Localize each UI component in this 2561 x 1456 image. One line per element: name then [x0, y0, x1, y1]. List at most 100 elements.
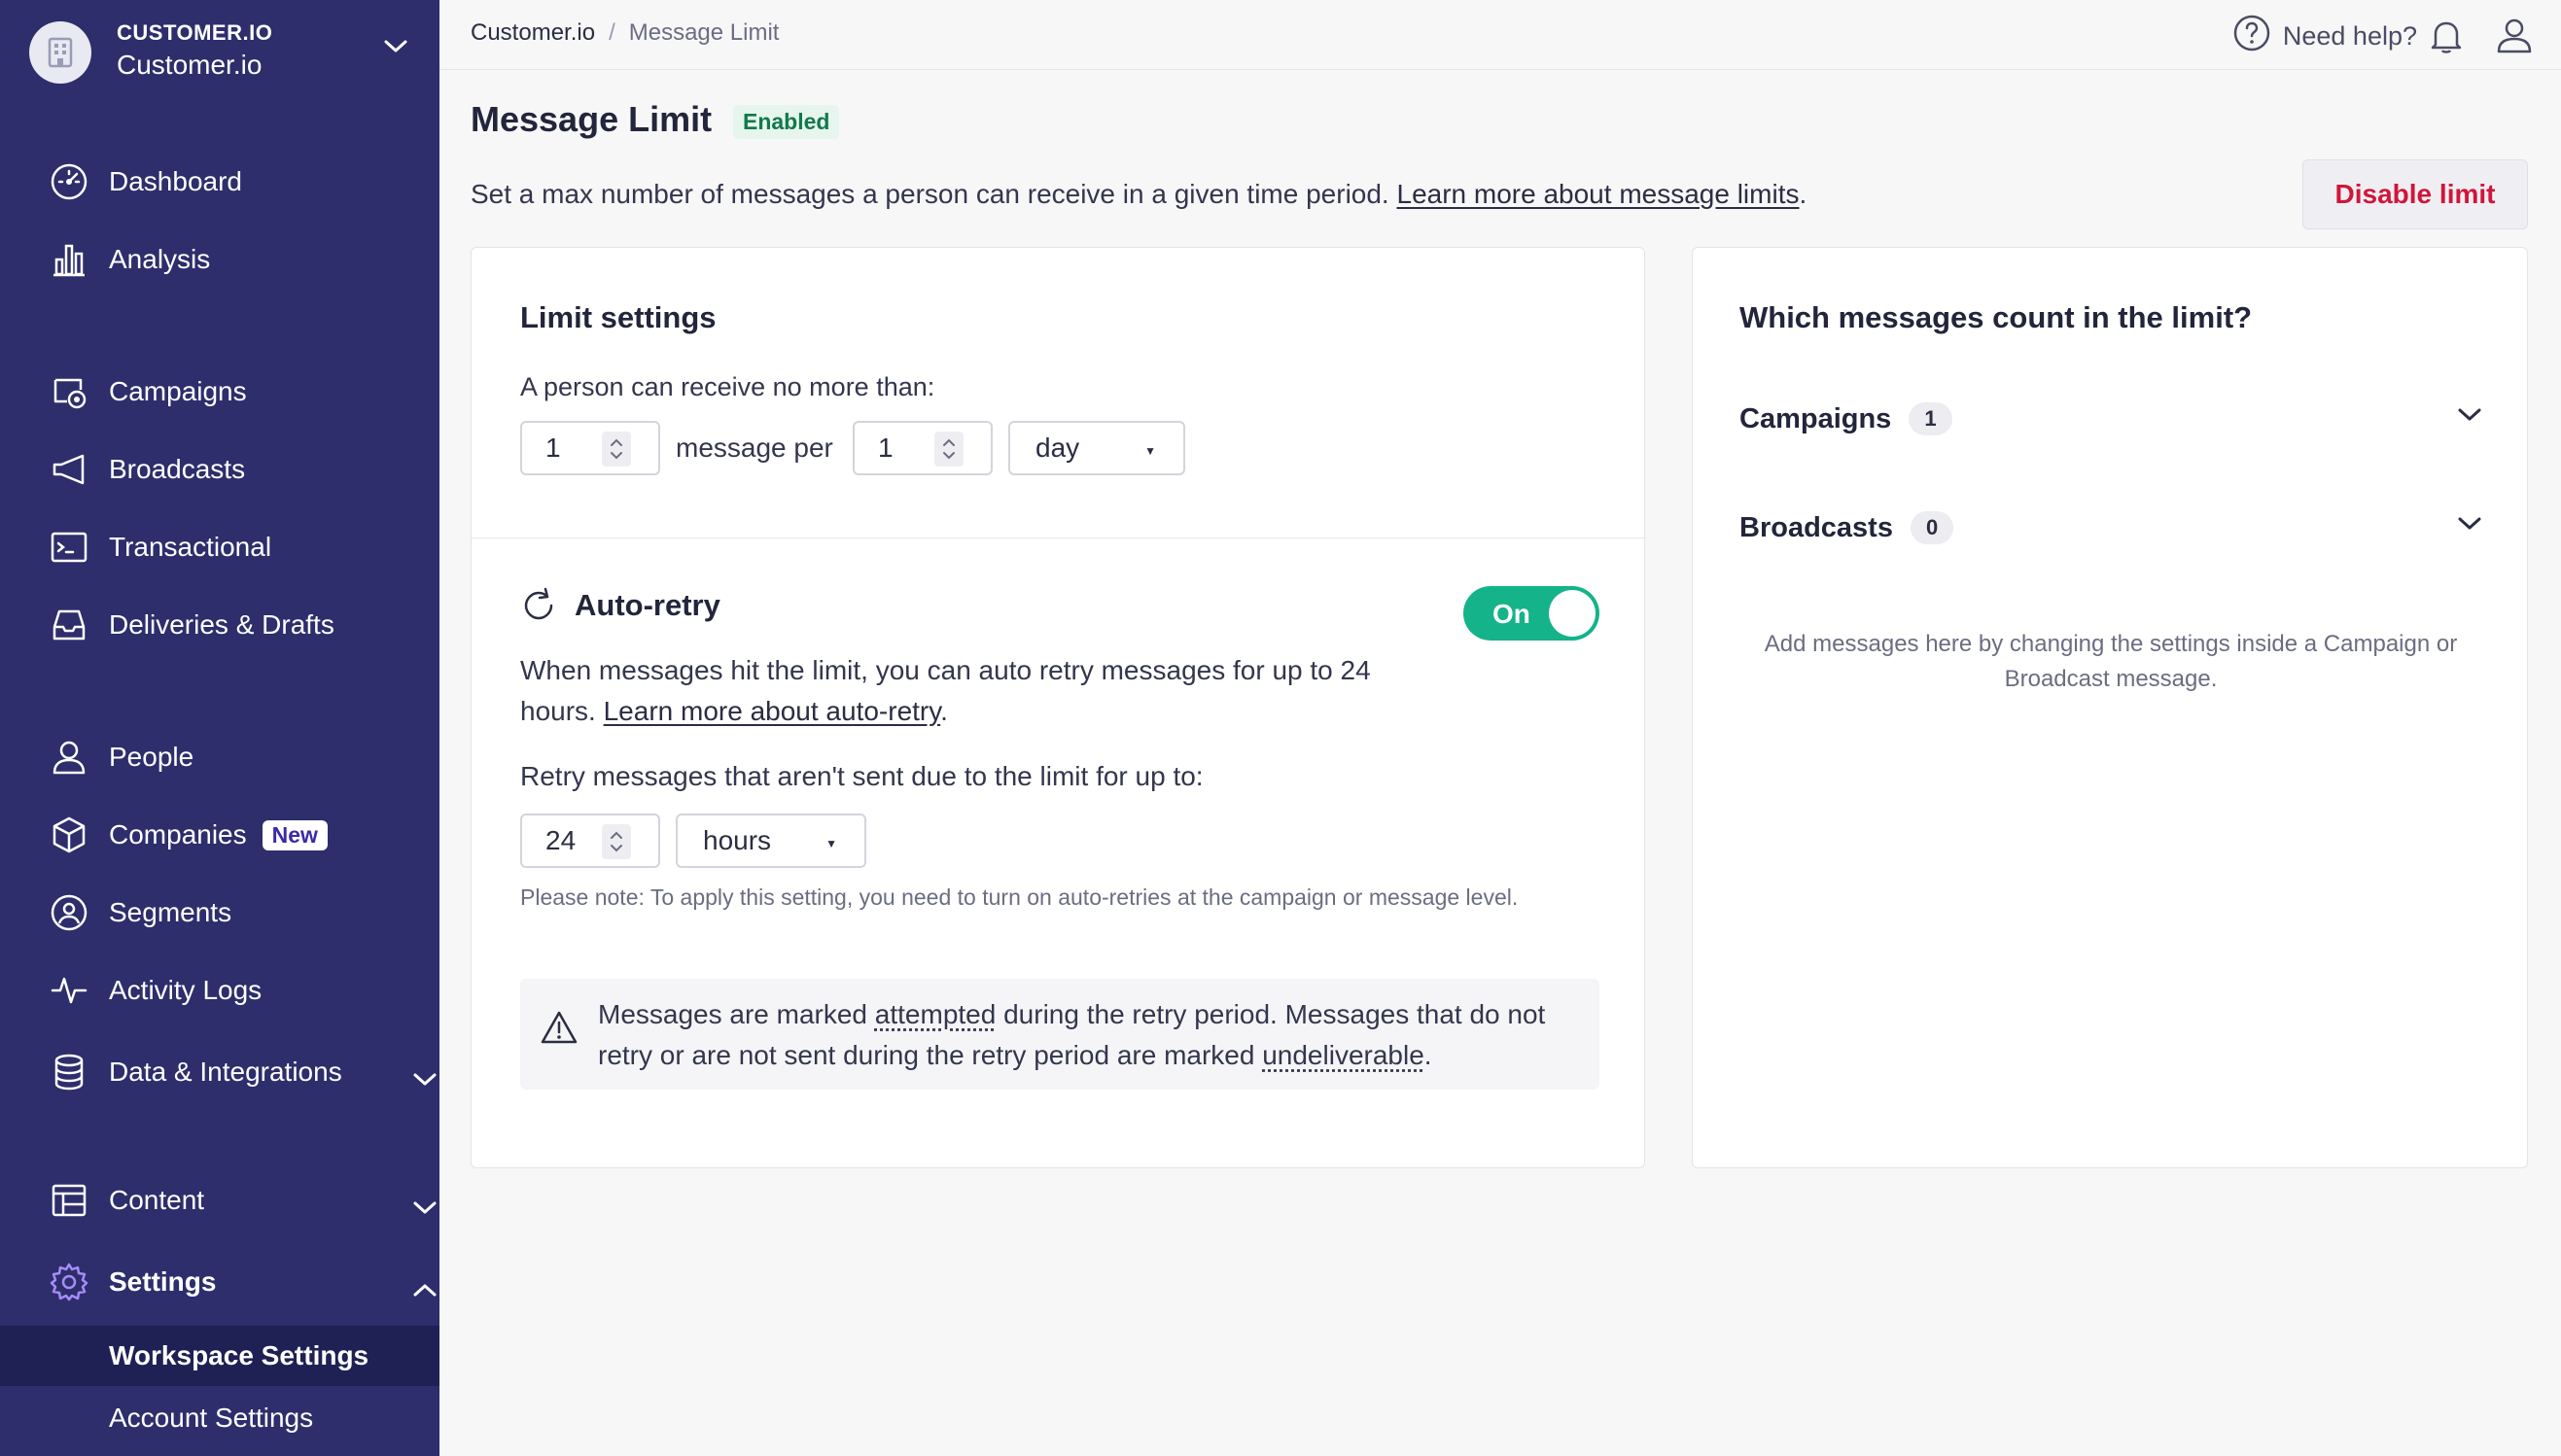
- workspace-org: CUSTOMER.IO: [117, 20, 273, 45]
- sidebar-item-broadcasts[interactable]: Broadcasts: [49, 445, 245, 494]
- sidebar-item-people[interactable]: People: [49, 733, 193, 781]
- sidebar-item-data-integrations[interactable]: Data & Integrations: [49, 1048, 437, 1096]
- breadcrumb-root-link[interactable]: Customer.io: [471, 19, 595, 47]
- spinner-arrows-icon[interactable]: [934, 432, 964, 467]
- sidebar-item-analysis[interactable]: Analysis: [49, 235, 210, 284]
- broadcasts-accordion[interactable]: Broadcasts 0: [1739, 499, 2482, 557]
- workspace-name: Customer.io: [117, 50, 263, 80]
- spinner-arrows-icon[interactable]: [602, 824, 631, 859]
- breadcrumb: Customer.io / Message Limit: [471, 19, 779, 47]
- campaigns-icon: [49, 371, 89, 412]
- building-icon: [29, 21, 91, 84]
- sidebar-item-campaigns[interactable]: Campaigns: [49, 367, 247, 416]
- undeliverable-term[interactable]: undeliverable: [1262, 1040, 1424, 1070]
- sidebar-item-dashboard[interactable]: Dashboard: [49, 157, 242, 206]
- count-badge: 0: [1910, 511, 1954, 544]
- counted-messages-card: Which messages count in the limit? Campa…: [1692, 247, 2528, 1168]
- chevron-down-icon: [412, 1192, 438, 1223]
- sidebar-item-label: Companies: [109, 819, 247, 849]
- need-help-label: Need help?: [2282, 21, 2417, 51]
- auto-retry-desc-line1: When messages hit the limit, you can aut…: [520, 655, 1371, 685]
- megaphone-icon: [49, 449, 89, 490]
- segments-icon: [49, 892, 89, 933]
- caret-down-icon: ▼: [825, 837, 837, 850]
- sidebar-item-label: Analysis: [109, 244, 211, 274]
- retry-unit-select[interactable]: hours ▼: [676, 814, 866, 868]
- auto-retry-note: Please note: To apply this setting, you …: [520, 884, 1519, 910]
- retry-warning-callout: Messages are marked attempted during the…: [520, 979, 1599, 1090]
- workspace-switcher[interactable]: CUSTOMER.IO Customer.io: [29, 21, 418, 84]
- sidebar-subitem-account-settings[interactable]: Account Settings: [0, 1388, 439, 1448]
- sidebar-item-deliveries[interactable]: Deliveries & Drafts: [49, 601, 334, 649]
- period-count-value: 1: [878, 433, 894, 463]
- database-icon: [49, 1052, 89, 1092]
- sidebar-subitem-label: Workspace Settings: [109, 1340, 369, 1370]
- breadcrumb-separator: /: [609, 19, 615, 46]
- limit-settings-title: Limit settings: [520, 300, 717, 334]
- retry-duration-value: 24: [545, 825, 577, 855]
- auto-retry-desc-line2: hours.: [520, 696, 604, 726]
- message-per-label: message per: [676, 433, 833, 463]
- sidebar-item-transactional[interactable]: Transactional: [49, 523, 271, 572]
- learn-more-limits-link[interactable]: Learn more about message limits: [1397, 179, 1800, 209]
- sidebar-item-label: Segments: [109, 897, 232, 927]
- sidebar-item-label: People: [109, 742, 194, 772]
- gear-icon: [49, 1262, 89, 1302]
- sidebar-item-label: Deliveries & Drafts: [109, 609, 334, 640]
- spinner-arrows-icon[interactable]: [602, 432, 631, 467]
- campaigns-accordion[interactable]: Campaigns 1: [1739, 390, 2482, 448]
- pulse-icon: [49, 970, 89, 1011]
- bell-icon[interactable]: [2429, 17, 2464, 59]
- question-circle-icon: [2232, 14, 2271, 59]
- user-icon[interactable]: [2495, 16, 2534, 59]
- toggle-knob: [1549, 590, 1596, 637]
- sidebar-item-label: Content: [109, 1185, 205, 1215]
- sidebar-item-activity-logs[interactable]: Activity Logs: [49, 966, 262, 1015]
- callout-text-end: .: [1423, 1040, 1432, 1070]
- period-unit-value: day: [1035, 433, 1080, 463]
- sidebar-subitem-workspace-settings[interactable]: Workspace Settings: [0, 1326, 439, 1386]
- sidebar: CUSTOMER.IO Customer.io Dashboard Analys…: [0, 0, 439, 1456]
- new-badge: New: [262, 819, 328, 850]
- attempted-term[interactable]: attempted: [875, 999, 997, 1029]
- status-badge: Enabled: [733, 105, 840, 139]
- counted-messages-title: Which messages count in the limit?: [1739, 300, 2253, 334]
- message-count-stepper[interactable]: 1: [520, 421, 660, 475]
- limit-prompt: A person can receive no more than:: [520, 372, 935, 401]
- bar-chart-icon: [49, 239, 89, 280]
- sidebar-item-settings[interactable]: Settings: [49, 1258, 437, 1306]
- page-title: Message Limit: [471, 99, 713, 139]
- callout-text-part: Messages are marked: [598, 999, 875, 1029]
- caret-down-icon: ▼: [1144, 444, 1156, 458]
- period-count-stepper[interactable]: 1: [853, 421, 993, 475]
- message-count-value: 1: [545, 433, 561, 463]
- accordion-label: Broadcasts: [1739, 511, 1893, 543]
- auto-retry-title: Auto-retry: [575, 588, 720, 622]
- period-unit-select[interactable]: day ▼: [1008, 421, 1185, 475]
- retry-duration-stepper[interactable]: 24: [520, 814, 660, 868]
- inbox-icon: [49, 605, 89, 645]
- need-help-button[interactable]: Need help?: [2232, 14, 2417, 59]
- auto-retry-desc-end: .: [940, 696, 948, 726]
- sidebar-item-label: Dashboard: [109, 166, 242, 196]
- disable-limit-button[interactable]: Disable limit: [2302, 159, 2528, 229]
- count-badge: 1: [1909, 402, 1952, 435]
- sidebar-subitem-label: Account Settings: [109, 1403, 314, 1433]
- dashboard-icon: [49, 161, 89, 202]
- page-description-text: Set a max number of messages a person ca…: [471, 179, 1397, 209]
- learn-more-auto-retry-link[interactable]: Learn more about auto-retry: [604, 696, 941, 726]
- chevron-down-icon: [2457, 407, 2482, 428]
- sidebar-item-content[interactable]: Content: [49, 1176, 437, 1225]
- chevron-up-icon: [412, 1273, 438, 1304]
- toggle-label: On: [1492, 599, 1530, 629]
- sidebar-item-label: Campaigns: [109, 376, 247, 406]
- sidebar-item-companies[interactable]: Companies New: [49, 811, 328, 859]
- auto-retry-toggle[interactable]: On: [1463, 586, 1599, 641]
- refresh-icon: [520, 586, 559, 630]
- sidebar-item-segments[interactable]: Segments: [49, 888, 231, 937]
- chevron-down-icon: [383, 39, 408, 59]
- retry-unit-value: hours: [703, 825, 772, 855]
- counted-messages-hint: Add messages here by changing the settin…: [1764, 631, 2458, 692]
- layout-icon: [49, 1180, 89, 1221]
- callout-text: Messages are marked attempted during the…: [598, 994, 1580, 1076]
